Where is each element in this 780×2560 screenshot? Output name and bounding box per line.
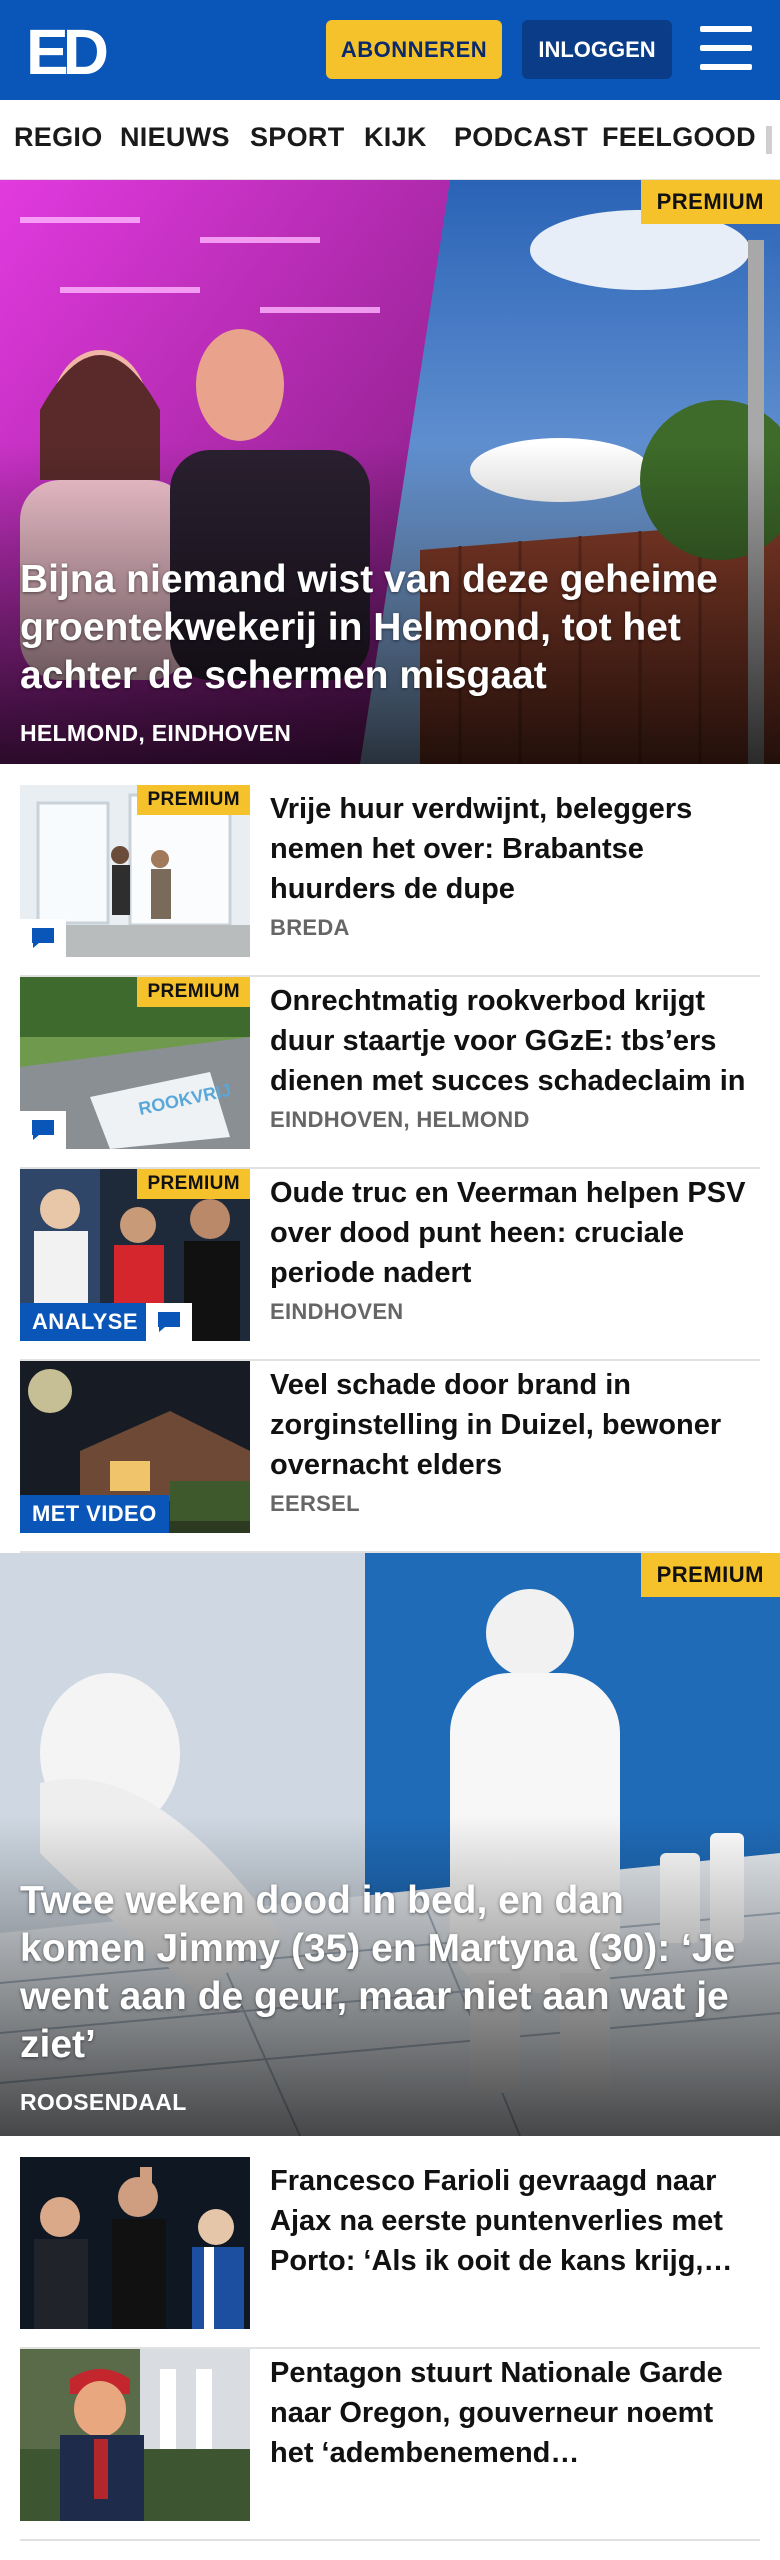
hero-location: HELMOND, EINDHOVEN	[20, 720, 292, 746]
comment-icon	[20, 1111, 66, 1149]
article-title[interactable]: Francesco Farioli gevraagd naar Ajax na …	[270, 2161, 760, 2281]
nav-overflow-edge	[766, 126, 772, 154]
nav-item-kijk[interactable]: KIJK	[364, 122, 427, 153]
article-location: EINDHOVEN	[270, 1299, 404, 1324]
hero-article-greenhouse[interactable]: PREMIUM Bijna niemand wist van deze gehe…	[0, 180, 780, 764]
hero-article-roosendaal[interactable]: PREMIUM Twee weken dood in bed, en dan k…	[0, 1553, 780, 2136]
premium-badge: PREMIUM	[137, 1169, 250, 1199]
nav-item-feelgood[interactable]: FEELGOOD	[602, 122, 756, 153]
list-item-farioli[interactable]: Francesco Farioli gevraagd naar Ajax na …	[20, 2157, 760, 2349]
premium-badge: PREMIUM	[137, 977, 250, 1007]
list-item-huur[interactable]: PREMIUM Vrije huur verdwijnt, beleggers …	[20, 785, 760, 977]
article-location: EERSEL	[270, 1491, 360, 1516]
nav-item-sport[interactable]: SPORT	[250, 122, 345, 153]
login-button[interactable]: INLOGGEN	[522, 20, 672, 79]
article-location: BREDA	[270, 915, 350, 940]
list-item-rookverbod[interactable]: ROOKVRIJ PREMIUM Onrechtmatig rookverbod…	[20, 977, 760, 1169]
list-item-pentagon[interactable]: Pentagon stuurt Nationale Garde naar Ore…	[20, 2349, 760, 2541]
hero-location: ROOSENDAAL	[20, 2089, 187, 2115]
premium-badge: PREMIUM	[137, 785, 250, 815]
thumbnail	[20, 2349, 250, 2521]
article-title[interactable]: Pentagon stuurt Nationale Garde naar Ore…	[270, 2353, 760, 2473]
hamburger-menu-icon[interactable]	[700, 24, 752, 72]
list-item-psv[interactable]: PREMIUM ANALYSE Oude truc en Veerman hel…	[20, 1169, 760, 1361]
list-item-brand[interactable]: MET VIDEO Veel schade door brand in zorg…	[20, 1361, 760, 1553]
article-title[interactable]: Oude truc en Veerman helpen PSV over doo…	[270, 1173, 760, 1293]
ed-logo[interactable]: ED	[26, 22, 118, 80]
comment-icon	[146, 1303, 192, 1341]
article-title[interactable]: Onrechtmatig rookverbod krijgt duur staa…	[270, 981, 760, 1101]
comment-icon	[20, 919, 66, 957]
article-location: EINDHOVEN, HELMOND	[270, 1107, 530, 1132]
thumbnail: ROOKVRIJ PREMIUM	[20, 977, 250, 1149]
analysis-label: ANALYSE	[20, 1303, 150, 1341]
thumbnail: PREMIUM	[20, 785, 250, 957]
article-title[interactable]: Veel schade door brand in zorginstelling…	[270, 1365, 760, 1485]
article-title[interactable]: Vrije huur verdwijnt, beleggers nemen he…	[270, 789, 760, 909]
nav-item-nieuws[interactable]: NIEUWS	[120, 122, 230, 153]
nav-item-regio[interactable]: REGIO	[14, 122, 103, 153]
top-bar: ED ABONNEREN INLOGGEN	[0, 0, 780, 100]
logo-text: ED	[26, 22, 107, 80]
premium-badge: PREMIUM	[640, 1553, 780, 1597]
thumbnail: MET VIDEO	[20, 1361, 250, 1533]
hero-title[interactable]: Bijna niemand wist van deze geheime groe…	[20, 556, 760, 700]
section-nav: REGIO NIEUWS SPORT KIJK PODCAST FEELGOOD	[0, 100, 780, 180]
nav-item-podcast[interactable]: PODCAST	[454, 122, 588, 153]
video-label: MET VIDEO	[20, 1495, 169, 1533]
subscribe-button[interactable]: ABONNEREN	[326, 20, 502, 79]
thumbnail	[20, 2157, 250, 2329]
premium-badge: PREMIUM	[640, 180, 780, 224]
hero-title[interactable]: Twee weken dood in bed, en dan komen Jim…	[20, 1877, 760, 2069]
thumbnail: PREMIUM ANALYSE	[20, 1169, 250, 1341]
